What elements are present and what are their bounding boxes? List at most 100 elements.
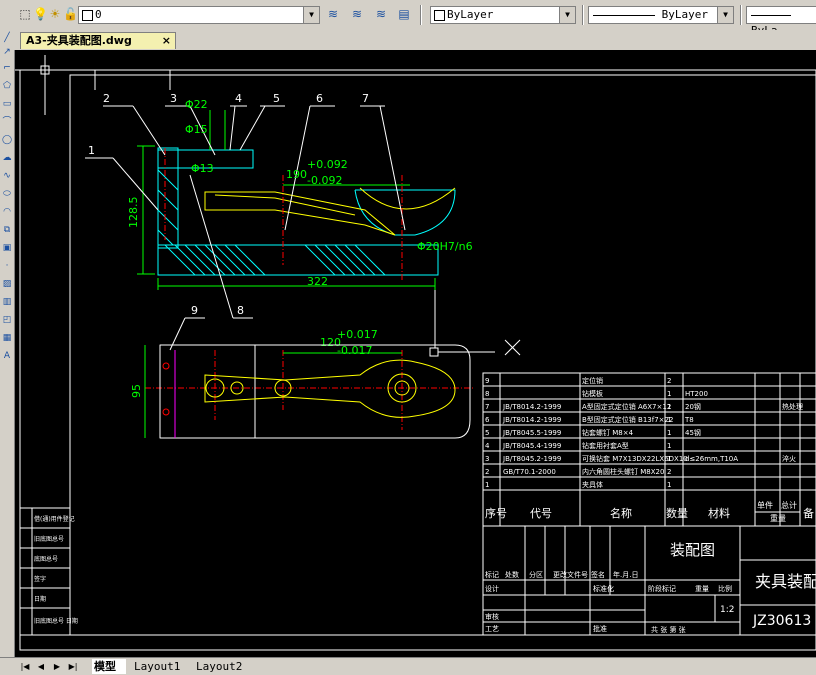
color-dropdown[interactable]: ByLayer ▼ (430, 6, 576, 24)
balloon-1: 1 (88, 144, 95, 157)
dim-95: 95 (130, 384, 143, 398)
dim-190: 190 (286, 168, 307, 181)
hatch-icon[interactable]: ▨ (1, 278, 13, 290)
prev-tab-icon[interactable]: ◀ (36, 661, 46, 672)
polyline-icon[interactable]: ⌐ (1, 62, 13, 74)
title-block-weight: 重量 (695, 585, 709, 593)
left-strip-grid (19, 507, 71, 636)
gradient-icon[interactable]: ▥ (1, 296, 13, 308)
revision-cloud-icon[interactable]: ☁ (1, 152, 13, 164)
balloon-6: 6 (316, 92, 323, 105)
dim-d22: Φ22 (185, 98, 208, 111)
layout-tab-bar: |◀ ◀ ▶ ▶| 模型 Layout1 Layout2 (0, 657, 816, 675)
lineweight-preview (751, 14, 791, 16)
layer-value: 0 (95, 8, 102, 21)
bom-cell-no: 9 (485, 377, 489, 385)
balloon-7: 7 (362, 92, 369, 105)
draw-toolbar: ╱ ↗ ⌐ ⬠ ▭ ⌒ ◯ ☁ ∿ ⬭ ◠ ⧉ ▣ · ▨ ▥ ◰ ▦ A (0, 30, 15, 660)
dim-190-upper: +0.092 (307, 158, 348, 171)
chevron-down-icon[interactable]: ▼ (303, 7, 319, 23)
bom-cell-code: JB/T8014.2-1999 (502, 416, 561, 424)
sun-icon[interactable]: ☀ (48, 7, 62, 21)
make-current-layer-icon[interactable]: ≋ (326, 7, 340, 21)
title-block-date: 年.月.日 (613, 570, 638, 579)
document-tab-bar: A3-夹具装配图.dwg × (14, 30, 816, 50)
title-block-scale: 1:2 (720, 605, 734, 615)
construction-line-icon[interactable]: ↗ (1, 46, 13, 58)
balloon-9: 9 (191, 304, 198, 317)
tab-layout1[interactable]: Layout1 (134, 659, 180, 674)
spline-icon[interactable]: ∿ (1, 170, 13, 182)
bom-cell-name: 内六角圆柱头螺钉 M8X20 (582, 467, 664, 476)
bom-cell-qty: 2 (667, 377, 671, 385)
left-strip-label-5: 旧底图总号 日期 (34, 617, 78, 625)
insert-block-icon[interactable]: ⧉ (1, 224, 13, 236)
drawing-canvas[interactable]: 1 2 3 4 5 6 7 8 9 Φ22 Φ15 Φ13 190 +0.092… (15, 50, 816, 657)
bom-cell-qty: 1 (667, 403, 671, 411)
bom-cell-mat: d≤26mm,T10A (685, 455, 738, 463)
bom-cell-no: 1 (485, 481, 489, 489)
bom-cell-qty: 1 (667, 442, 671, 450)
top-dims (144, 345, 402, 438)
bom-cell-no: 8 (485, 390, 489, 398)
ellipse-icon[interactable]: ⬭ (1, 188, 13, 200)
arc-icon[interactable]: ⌒ (1, 116, 13, 128)
bom-cell-name: B型固定式定位销 B13f7×22 (582, 415, 673, 424)
rectangle-icon[interactable]: ▭ (1, 98, 13, 110)
bom-cell-no: 3 (485, 455, 489, 463)
bom-cell-no: 4 (485, 442, 490, 450)
title-block-design: 设计 (485, 584, 499, 593)
chevron-down-icon[interactable]: ▼ (717, 7, 733, 23)
bom-cell-code: JB/T8014.2-1999 (502, 403, 561, 411)
bom-header-qty: 数量 (666, 507, 688, 520)
close-icon[interactable]: × (162, 33, 171, 49)
color-value: ByLayer (447, 8, 494, 21)
lightbulb-icon[interactable]: 💡 (33, 7, 48, 21)
polygon-icon[interactable]: ⬠ (1, 80, 13, 92)
layer-previous-icon[interactable]: ≋ (374, 7, 388, 21)
tab-model[interactable]: 模型 (92, 659, 126, 674)
lock-icon[interactable]: 🔓 (63, 7, 78, 21)
layer-dropdown[interactable]: 0 ▼ (78, 6, 320, 24)
mtext-icon[interactable]: A (1, 350, 13, 362)
ellipse-arc-icon[interactable]: ◠ (1, 206, 13, 218)
balloon-8: 8 (237, 304, 244, 317)
chevron-down-icon[interactable]: ▼ (559, 7, 575, 23)
linetype-dropdown[interactable]: ByLayer ▼ (588, 6, 734, 24)
linetype-value: ByLayer (661, 8, 708, 21)
properties-toolbar: ⬚ 💡 ☀ 🔓 0 ▼ ≋ ≋ ≋ ▤ ByLayer ▼ ByLayer ▼ … (0, 0, 816, 37)
workpiece-top (204, 359, 456, 418)
layer-state-icon[interactable]: ⬚ (18, 7, 32, 21)
bom-header-note: 备 (803, 506, 814, 520)
layer-color-swatch (82, 10, 93, 21)
table-icon[interactable]: ▦ (1, 332, 13, 344)
first-tab-icon[interactable]: |◀ (20, 661, 30, 672)
title-block-sign: 签名 (591, 570, 605, 579)
region-icon[interactable]: ◰ (1, 314, 13, 326)
bom-cell-qty: 1 (667, 429, 671, 437)
dim-128-5: 128.5 (127, 197, 140, 229)
bom-cell-name: A型固定式定位销 A6X7×12 (582, 402, 671, 411)
left-strip-label-2: 底图总号 (34, 555, 58, 563)
balloon-5: 5 (273, 92, 280, 105)
pin-holes (162, 362, 170, 416)
bom-header-total: 总计 (781, 500, 797, 510)
dim-d13: Φ13 (191, 162, 214, 175)
title-block-drawing-no: JZ30613 (752, 613, 811, 629)
bom-cell-name: 钻套螺钉 M8×4 (582, 428, 634, 437)
next-tab-icon[interactable]: ▶ (52, 661, 62, 672)
line-icon[interactable]: ╱ (1, 32, 13, 44)
document-tab[interactable]: A3-夹具装配图.dwg × (20, 32, 176, 49)
layer-manager-icon[interactable]: ≋ (350, 7, 364, 21)
lineweight-dropdown[interactable]: ByLa (746, 6, 816, 37)
bom-cell-mat: HT200 (685, 390, 708, 398)
last-tab-icon[interactable]: ▶| (68, 661, 78, 672)
layer-properties-icon[interactable]: ▤ (397, 7, 411, 21)
circle-icon[interactable]: ◯ (1, 134, 13, 146)
dim-120-lower: -0.017 (337, 344, 372, 357)
title-block-sheets: 共 张 第 张 (651, 625, 686, 634)
point-icon[interactable]: · (1, 260, 13, 272)
toolbar-separator (582, 5, 584, 25)
make-block-icon[interactable]: ▣ (1, 242, 13, 254)
tab-layout2[interactable]: Layout2 (196, 659, 242, 674)
